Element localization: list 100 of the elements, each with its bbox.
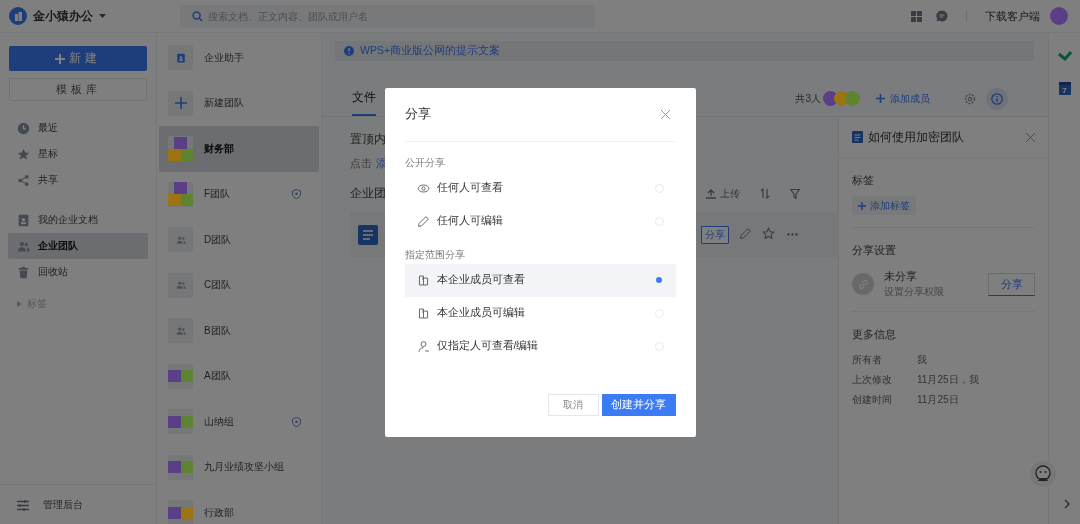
star-icon: [17, 147, 30, 161]
document-icon: [852, 131, 863, 143]
team-item[interactable]: C团队: [159, 262, 319, 308]
team-item[interactable]: 九月业绩攻坚小组: [159, 444, 319, 490]
sidebar-item[interactable]: 企业团队: [8, 233, 148, 259]
pinned-hint: 点击: [350, 156, 372, 171]
share-option[interactable]: 本企业成员可编辑: [404, 296, 676, 330]
info-heading: 更多信息: [852, 328, 897, 342]
sidebar-item[interactable]: 共享: [8, 167, 148, 193]
team-icon: [17, 239, 30, 253]
share-tag[interactable]: 分享: [701, 225, 729, 244]
add-member-button[interactable]: 添加成员: [870, 90, 936, 107]
share-option[interactable]: 任何人可编辑: [404, 204, 676, 238]
grid-icon[interactable]: [911, 10, 922, 22]
share-heading: 分享设置: [852, 244, 897, 258]
star-icon: [762, 226, 775, 240]
tab[interactable]: 文件: [352, 89, 376, 116]
doc-icon: [17, 213, 30, 227]
team-item[interactable]: B团队: [159, 308, 319, 354]
share-option[interactable]: 本企业成员可查看: [404, 263, 676, 297]
check-icon[interactable]: [1057, 51, 1072, 62]
assistant-icon: [168, 45, 193, 71]
settings-icon[interactable]: [964, 92, 976, 105]
share-button[interactable]: 分享: [988, 272, 1035, 296]
new-button[interactable]: 新建: [9, 46, 147, 71]
sidebar-item[interactable]: 回收站: [8, 259, 148, 285]
tags-heading: 标签: [852, 174, 875, 188]
team-item[interactable]: 山纳组: [159, 399, 319, 445]
person-icon: [416, 339, 430, 353]
team-item[interactable]: D团队: [159, 217, 319, 263]
sort-icon[interactable]: [760, 188, 770, 199]
calendar-icon[interactable]: 7: [1058, 82, 1071, 95]
chevron-right-icon[interactable]: [1063, 499, 1070, 509]
pencil-icon: [739, 226, 752, 240]
share-icon: [17, 173, 30, 187]
clock-icon: [17, 121, 30, 135]
user-avatar[interactable]: [1050, 7, 1068, 25]
download-link[interactable]: 下载客户端: [985, 8, 1040, 24]
plus-icon: [168, 90, 193, 116]
info-value: 我: [917, 353, 928, 367]
logo-icon[interactable]: [9, 7, 27, 25]
more-icon[interactable]: [787, 233, 798, 236]
info-value: 11月25日，我: [917, 373, 980, 387]
filter-icon[interactable]: [790, 188, 800, 199]
info-icon: [991, 92, 1003, 105]
team-item[interactable]: F团队: [159, 171, 319, 217]
plus-icon: [858, 201, 866, 210]
upload-icon: [706, 188, 716, 199]
radio-button[interactable]: [654, 275, 664, 285]
triangle-icon: [17, 301, 22, 307]
share-option[interactable]: 仅指定人可查看/编辑: [404, 329, 676, 363]
team-avatar-icon: [168, 363, 193, 389]
team-item[interactable]: 行政部: [159, 490, 319, 524]
building-icon: [416, 273, 430, 287]
add-tag-button[interactable]: 添加标签: [852, 196, 916, 215]
team-avatar-icon: [168, 136, 193, 162]
workspace-name[interactable]: 金小猿办公: [33, 7, 93, 25]
team-item[interactable]: 新建团队: [159, 80, 319, 126]
team-item[interactable]: A团队: [159, 353, 319, 399]
sidebar-item[interactable]: 星标: [8, 141, 148, 167]
cancel-button[interactable]: 取消: [547, 393, 599, 416]
template-button[interactable]: 模板库: [9, 78, 147, 101]
detail-title: 如何使用加密团队: [868, 128, 964, 146]
share-status: 未分享: [884, 269, 918, 284]
people-icon: [168, 318, 193, 344]
team-avatar-icon: [168, 181, 193, 207]
section-heading: 指定范围分享: [404, 247, 466, 262]
member-count: 共3人: [795, 91, 821, 106]
caret-icon[interactable]: [99, 14, 106, 18]
plus-icon: [55, 53, 65, 64]
sliders-icon: [17, 499, 29, 511]
sidebar-item[interactable]: 最近: [8, 115, 148, 141]
team-item[interactable]: 财务部: [159, 126, 319, 172]
section-title: 企业团: [350, 185, 386, 202]
pencil-icon: [416, 214, 430, 228]
info-button[interactable]: [986, 87, 1008, 110]
building-icon: [416, 306, 430, 320]
info-value: 11月25日: [917, 393, 960, 407]
admin-item[interactable]: 管理后台: [0, 484, 156, 524]
team-avatar-icon: [168, 409, 193, 435]
info-label: 创建时间: [852, 393, 893, 407]
link-icon: [852, 273, 874, 295]
trash-icon: [17, 265, 30, 279]
notice-text: WPS+商业版公网的提示文案: [360, 44, 501, 58]
plus-icon: [876, 94, 885, 103]
people-icon: [168, 272, 193, 298]
dialog-title: 分享: [404, 105, 431, 123]
section-heading: 公开分享: [404, 155, 446, 170]
sidebar-item[interactable]: 我的企业文档: [8, 207, 148, 233]
share-option[interactable]: 任何人可查看: [404, 171, 676, 205]
team-avatar-icon: [168, 454, 193, 480]
robot-icon[interactable]: [1029, 461, 1056, 487]
create-share-button[interactable]: 创建并分享: [601, 393, 676, 416]
pinned-title: 置顶内: [350, 131, 387, 148]
info-label: 所有者: [852, 353, 883, 367]
document-icon: [358, 224, 378, 245]
chat-icon[interactable]: [936, 10, 948, 22]
people-icon: [168, 227, 193, 253]
team-item[interactable]: 企业助手: [159, 35, 319, 81]
eye-icon: [416, 181, 430, 195]
